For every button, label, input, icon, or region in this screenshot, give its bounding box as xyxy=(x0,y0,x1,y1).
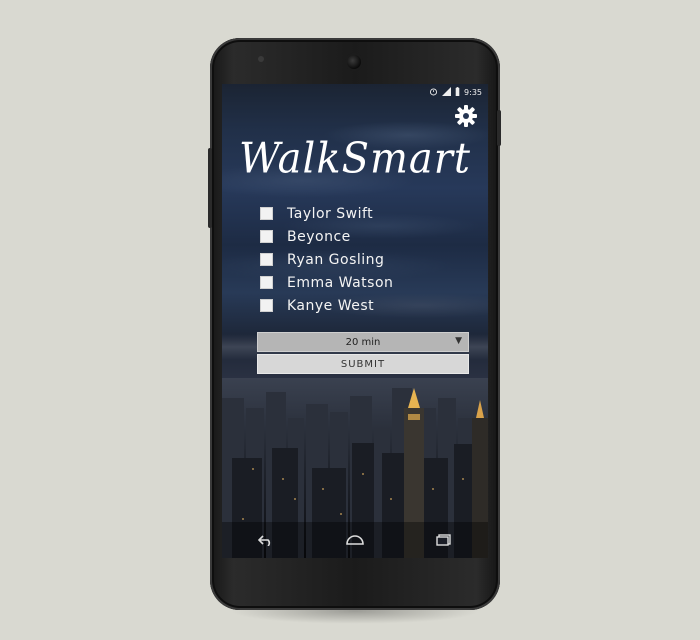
list-item-beyonce[interactable]: Beyonce xyxy=(260,225,393,248)
list-item-label: Emma Watson xyxy=(287,274,394,291)
celebrity-list: Taylor Swift Beyonce Ryan Gosling Emma W… xyxy=(260,202,393,317)
front-camera xyxy=(347,55,361,69)
app-title: WalkSmart xyxy=(239,134,471,184)
list-item-label: Ryan Gosling xyxy=(287,251,385,268)
list-item-label: Kanye West xyxy=(287,297,375,314)
signal-icon xyxy=(442,86,452,98)
list-item-emma-watson[interactable]: Emma Watson xyxy=(260,271,393,294)
checkbox[interactable] xyxy=(260,276,273,289)
alarm-icon xyxy=(429,87,438,98)
checkbox[interactable] xyxy=(260,230,273,243)
submit-button[interactable]: SUBMIT xyxy=(257,354,469,374)
phone-device: 9:35 WalkSmart Taylor Swift Beyonce Ryan… xyxy=(208,38,501,610)
settings-gear-icon[interactable] xyxy=(454,104,478,128)
home-icon[interactable] xyxy=(340,530,370,550)
checkbox[interactable] xyxy=(260,299,273,312)
list-item-ryan-gosling[interactable]: Ryan Gosling xyxy=(260,248,393,271)
dropdown-arrow-icon: ▼ xyxy=(455,336,462,346)
list-item-label: Taylor Swift xyxy=(287,205,374,222)
list-item-kanye-west[interactable]: Kanye West xyxy=(260,294,393,317)
app-screen: 9:35 WalkSmart Taylor Swift Beyonce Ryan… xyxy=(222,84,488,558)
nav-bar xyxy=(222,522,488,558)
status-time: 9:35 xyxy=(464,87,482,97)
checkbox[interactable] xyxy=(260,253,273,266)
status-bar: 9:35 xyxy=(429,84,482,100)
recents-icon[interactable] xyxy=(429,530,459,550)
volume-button xyxy=(208,148,212,228)
list-item-taylor-swift[interactable]: Taylor Swift xyxy=(260,202,393,225)
proximity-sensor xyxy=(258,56,264,62)
duration-select[interactable]: 20 min ▼ xyxy=(257,332,469,352)
back-icon[interactable] xyxy=(251,530,281,550)
duration-value: 20 min xyxy=(345,336,381,348)
battery-icon xyxy=(455,86,460,98)
list-item-label: Beyonce xyxy=(287,228,351,245)
checkbox[interactable] xyxy=(260,207,273,220)
power-button xyxy=(497,110,501,146)
